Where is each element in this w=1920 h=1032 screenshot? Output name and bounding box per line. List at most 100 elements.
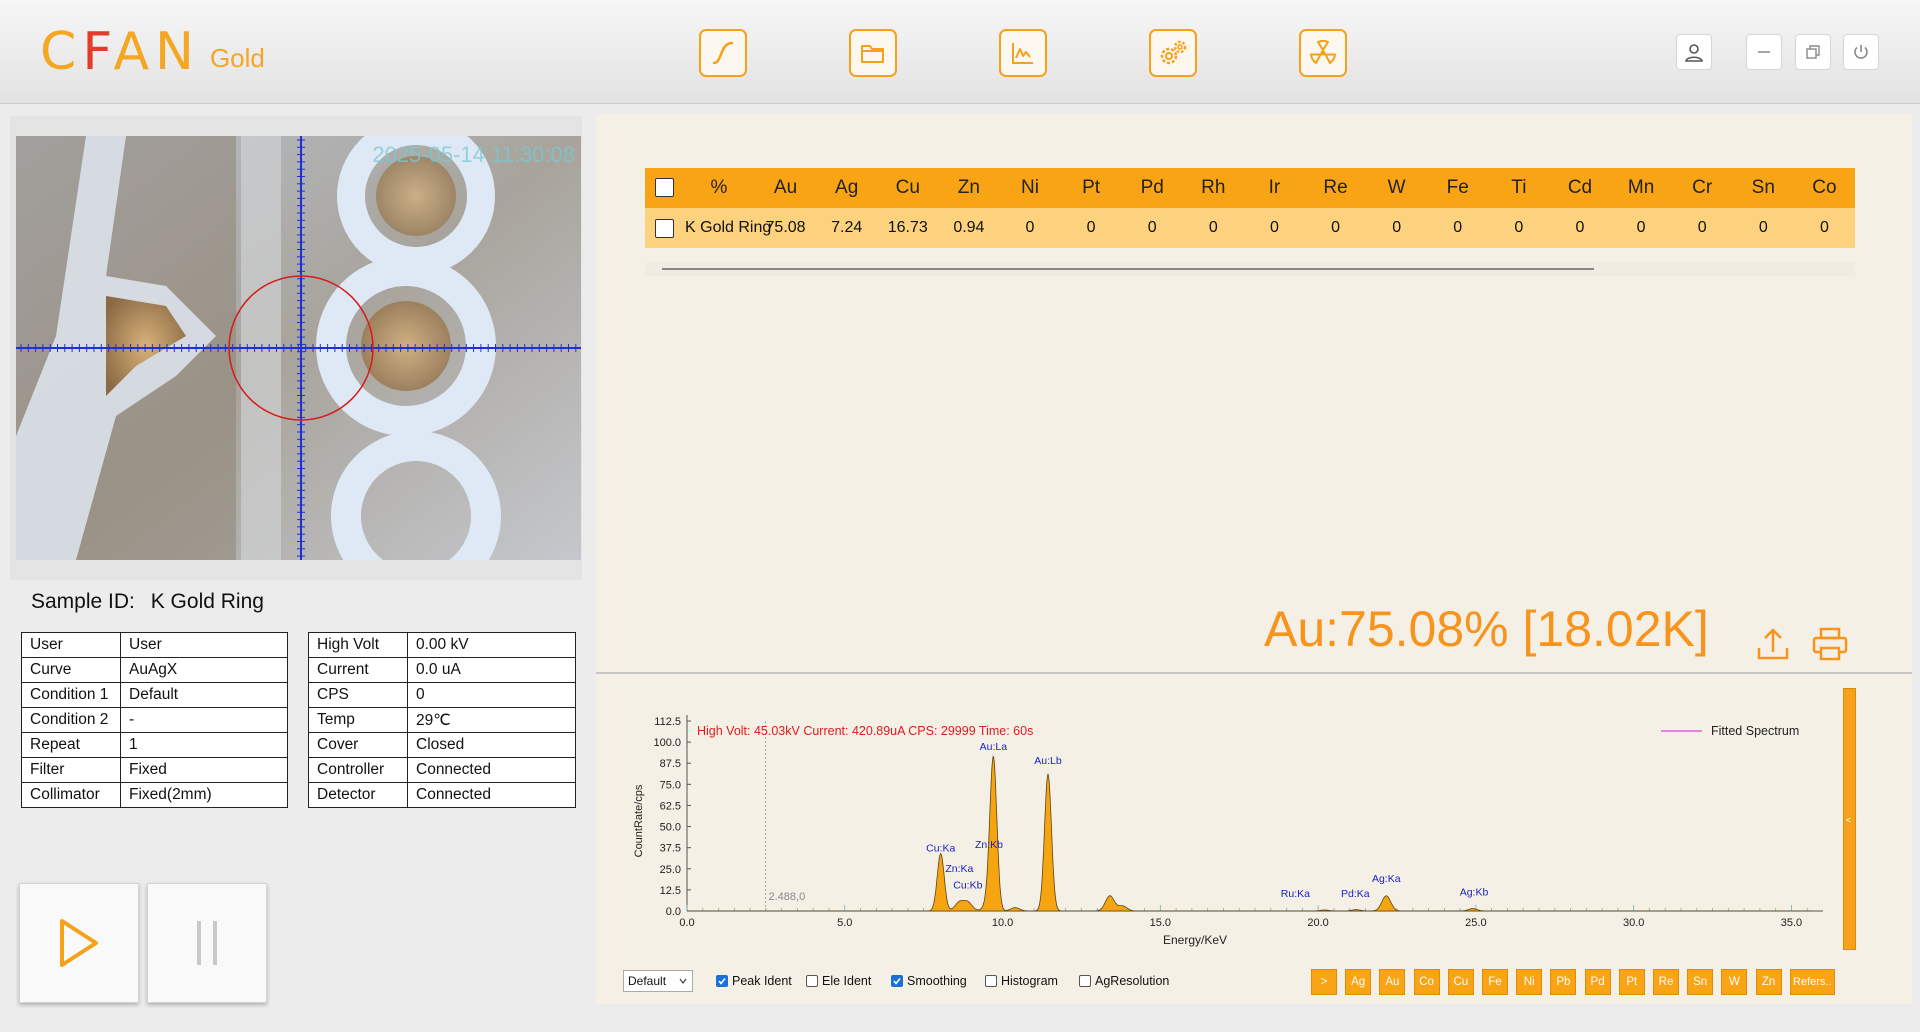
spectrum-button[interactable] — [999, 29, 1047, 77]
element-button-w[interactable]: W — [1721, 969, 1748, 995]
export-button[interactable] — [1753, 624, 1793, 664]
user-icon — [1685, 44, 1703, 62]
element-button-pb[interactable]: Pb — [1550, 969, 1577, 995]
element-header[interactable]: Pd — [1121, 168, 1183, 208]
element-button-pt[interactable]: Pt — [1618, 969, 1645, 995]
concentration-cell: 0 — [1488, 208, 1550, 248]
info-right-value: Closed — [407, 732, 576, 758]
user-button[interactable] — [1676, 34, 1712, 70]
preset-select[interactable]: Default — [623, 970, 693, 992]
element-header[interactable]: Fe — [1427, 168, 1489, 208]
element-button-co[interactable]: Co — [1413, 969, 1440, 995]
element-header[interactable]: Ir — [1243, 168, 1305, 208]
power-button[interactable] — [1843, 34, 1879, 70]
pause-button[interactable] — [147, 883, 267, 1003]
element-header[interactable]: Ti — [1488, 168, 1550, 208]
results-scrollbar-thumb[interactable] — [662, 268, 1594, 270]
element-button-ag[interactable]: Ag — [1345, 969, 1372, 995]
restore-button[interactable] — [1795, 34, 1831, 70]
element-button-fe[interactable]: Fe — [1482, 969, 1508, 995]
checkbox-box[interactable] — [716, 975, 728, 987]
info-left-key: Repeat — [21, 732, 121, 758]
select-all-checkbox[interactable] — [645, 168, 683, 208]
peak-label: Au:La — [980, 741, 1008, 753]
x-axis-label: Energy/KeV — [1163, 933, 1227, 947]
element-header[interactable]: Zn — [938, 168, 1000, 208]
info-left-row: Condition 2- — [21, 707, 288, 733]
concentration-cell: 0 — [1793, 208, 1855, 248]
concentration-cell: 0 — [1304, 208, 1367, 248]
folder-icon — [861, 45, 884, 63]
checkbox-box[interactable] — [806, 975, 818, 987]
concentration-cell: 0 — [1549, 208, 1611, 248]
checkbox-box[interactable] — [891, 975, 903, 987]
collapse-handle[interactable]: < — [1843, 688, 1856, 950]
legend-label: Fitted Spectrum — [1711, 724, 1799, 738]
checkbox-agresolution[interactable]: AgResolution — [1079, 974, 1169, 988]
checkbox-peak-ident[interactable]: Peak Ident — [716, 974, 792, 988]
element-header[interactable]: Mn — [1610, 168, 1672, 208]
cursor-readout: 2.488,0 — [769, 891, 806, 903]
element-button-au[interactable]: Au — [1379, 969, 1406, 995]
radiation-button[interactable] — [1299, 29, 1347, 77]
element-header[interactable]: Cd — [1549, 168, 1611, 208]
print-button[interactable] — [1810, 624, 1850, 664]
info-left-key: Condition 1 — [21, 682, 121, 708]
element-button-re[interactable]: Re — [1653, 969, 1679, 995]
concentration-cell: 0 — [1182, 208, 1244, 248]
open-folder-button[interactable] — [849, 29, 897, 77]
element-header[interactable]: Cr — [1671, 168, 1733, 208]
results-table: % Au Ag Cu Zn Ni Pt Pd Rh Ir Re W Fe Ti Cd Mn Cr Sn Co K G… — [645, 168, 1855, 248]
element-header[interactable]: Co — [1793, 168, 1855, 208]
radiation-icon — [1310, 39, 1336, 64]
info-left-row: Repeat 1 — [21, 732, 288, 758]
y-tick-label: 62.5 — [660, 800, 681, 812]
spectrum-chart[interactable]: 0.0 5.0 10.0 15.0 20.0 25.0 30.0 35.0 0.0 12.5 25.… — [630, 700, 1830, 960]
element-header[interactable]: Pt — [1060, 168, 1122, 208]
result-row[interactable]: K Gold Ring 75.08 7.24 16.73 0.94 0 0 0 0 0 0 0 0 0 0 0… — [645, 208, 1855, 248]
element-header[interactable]: Sn — [1732, 168, 1794, 208]
spectrum-area — [687, 755, 1811, 912]
concentration-cell: 0 — [1610, 208, 1672, 248]
start-button[interactable] — [19, 883, 139, 1003]
checkbox-box[interactable] — [1079, 975, 1091, 987]
info-left-key: Curve — [21, 657, 121, 683]
element-header[interactable]: Ni — [999, 168, 1061, 208]
sample-id: Sample ID: K Gold Ring — [31, 590, 274, 614]
chart-title: High Volt: 45.03kV Current: 420.89uA CPS… — [697, 724, 1033, 738]
checkbox-label: Ele Ident — [822, 974, 872, 988]
info-left-value: - — [120, 707, 288, 733]
camera-view[interactable]: 2025-05-14 11:30:08 — [16, 136, 581, 560]
checkbox-label: Peak Ident — [732, 974, 792, 988]
curve-button[interactable] — [699, 29, 747, 77]
element-header[interactable]: W — [1366, 168, 1428, 208]
element-button-pd[interactable]: Pd — [1584, 969, 1611, 995]
element-button-zn[interactable]: Zn — [1755, 969, 1782, 995]
info-left-value: Fixed(2mm) — [120, 782, 288, 808]
info-right-key: Controller — [308, 757, 408, 783]
element-header[interactable]: Au — [755, 168, 817, 208]
row-checkbox[interactable] — [645, 208, 683, 248]
sample-id-value: K Gold Ring — [150, 590, 264, 613]
element-header[interactable]: Re — [1304, 168, 1367, 208]
element-header[interactable]: Cu — [877, 168, 939, 208]
info-right-row: Current 0.0 uA — [308, 657, 576, 683]
element-button-cu[interactable]: Cu — [1447, 969, 1474, 995]
concentration-cell: 0 — [1243, 208, 1305, 248]
element-header[interactable]: Rh — [1182, 168, 1244, 208]
checkbox-histogram[interactable]: Histogram — [985, 974, 1058, 988]
element-button-refers[interactable]: Refers.. — [1789, 969, 1835, 995]
minimize-button[interactable] — [1746, 34, 1782, 70]
info-right-key: Detector — [308, 782, 408, 808]
y-tick-label: 12.5 — [660, 885, 681, 897]
settings-button[interactable] — [1149, 29, 1197, 77]
element-button-sn[interactable]: Sn — [1687, 969, 1714, 995]
element-button-ni[interactable]: Ni — [1516, 969, 1543, 995]
checkbox-smoothing[interactable]: Smoothing — [891, 974, 967, 988]
y-tick-label: 0.0 — [666, 906, 681, 918]
info-right-row: Cover Closed — [308, 732, 576, 758]
element-button-[interactable]: > — [1311, 969, 1337, 995]
element-header[interactable]: Ag — [816, 168, 878, 208]
checkbox-box[interactable] — [985, 975, 997, 987]
checkbox-ele-ident[interactable]: Ele Ident — [806, 974, 871, 988]
